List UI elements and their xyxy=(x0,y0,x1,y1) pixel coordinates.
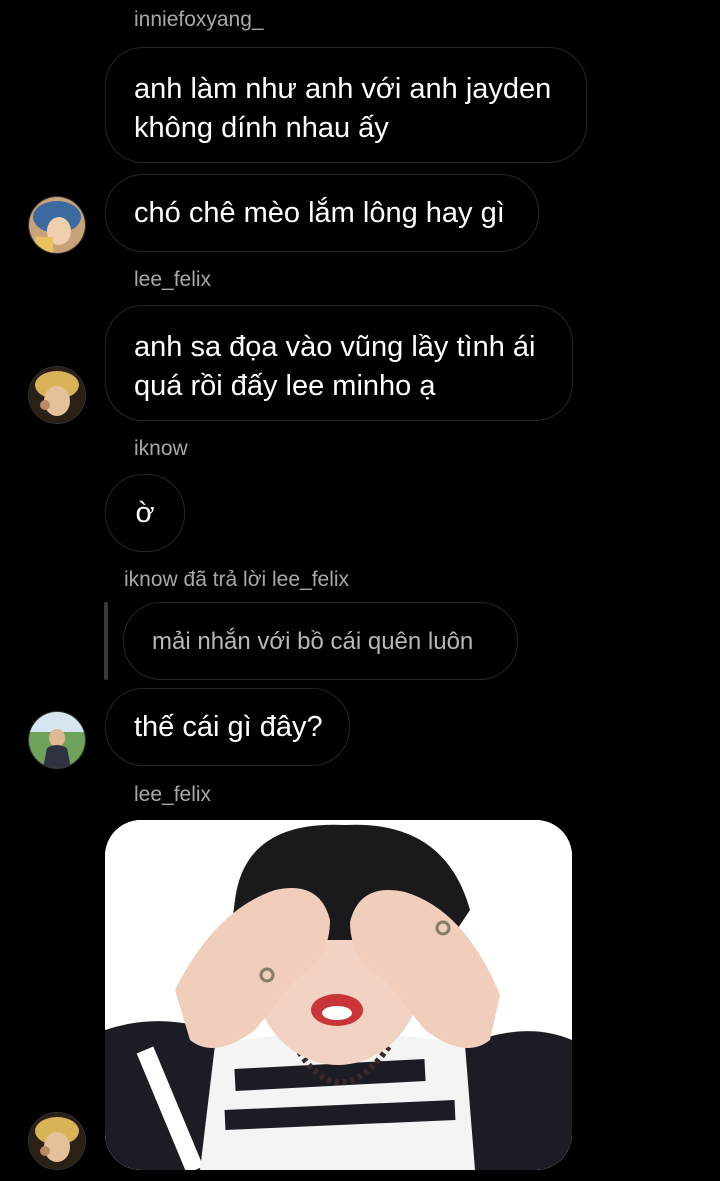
message-bubble[interactable]: ờ xyxy=(105,474,185,552)
avatar[interactable] xyxy=(28,1112,86,1170)
avatar-outdoor-icon xyxy=(29,712,85,768)
sender-name: lee_felix xyxy=(134,783,212,806)
avatar-blue-hair-icon xyxy=(29,197,85,253)
sender-name: lee_felix xyxy=(134,268,212,291)
message-line: quá rồi đấy lee minho ạ xyxy=(134,370,436,402)
avatar-blonde-icon xyxy=(29,367,85,423)
reply-indicator xyxy=(104,602,108,680)
avatar[interactable] xyxy=(28,366,86,424)
message-line: anh sa đọa vào vũng lầy tình ái xyxy=(134,331,536,363)
photo-message[interactable] xyxy=(105,820,572,1170)
message-bubble[interactable]: anh làm như anh với anh jayden không dín… xyxy=(105,47,587,163)
reply-header: iknow đã trả lời lee_felix xyxy=(124,568,350,591)
avatar[interactable] xyxy=(28,711,86,769)
quoted-message[interactable]: mải nhắn với bồ cái quên luôn xyxy=(123,602,518,680)
message-bubble[interactable]: anh sa đọa vào vũng lầy tình ái quá rồi … xyxy=(105,305,573,421)
avatar-blonde-icon xyxy=(29,1113,85,1169)
photo-image xyxy=(105,820,572,1170)
message-line: ờ xyxy=(135,497,155,529)
message-line: chó chê mèo lắm lông hay gì xyxy=(134,197,505,229)
message-line: không dính nhau ấy xyxy=(134,112,389,144)
avatar[interactable] xyxy=(28,196,86,254)
message-line: thế cái gì đây? xyxy=(134,711,323,743)
sender-name: iknow xyxy=(134,437,188,460)
sender-name: inniefoxyang_ xyxy=(134,8,264,31)
message-bubble[interactable]: chó chê mèo lắm lông hay gì xyxy=(105,174,539,252)
message-bubble[interactable]: thế cái gì đây? xyxy=(105,688,350,766)
message-line: anh làm như anh với anh jayden xyxy=(134,73,552,105)
